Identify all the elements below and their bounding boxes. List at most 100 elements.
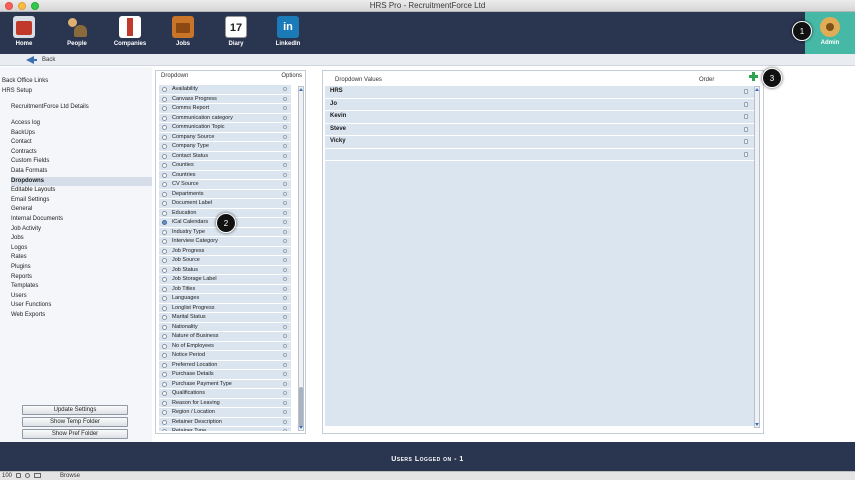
- sidebar-item-jobs[interactable]: Jobs: [11, 234, 152, 243]
- dropdown-item-purchase-details[interactable]: Purchase Details: [159, 370, 291, 380]
- dropdown-item-company-source[interactable]: Company Source: [159, 132, 291, 142]
- value-label[interactable]: Steve: [330, 124, 346, 135]
- toolbar-companies-button[interactable]: Companies: [107, 16, 153, 47]
- options-icon[interactable]: [283, 172, 287, 177]
- options-icon[interactable]: [283, 191, 287, 196]
- toggle-status-icon[interactable]: [34, 473, 41, 478]
- radio-button[interactable]: [162, 419, 167, 425]
- dropdown-item-canvass-progress[interactable]: Canvass Progress: [159, 94, 291, 104]
- maximize-window-button[interactable]: [31, 2, 39, 10]
- sidebar-item-custom-fields[interactable]: Custom Fields: [11, 157, 152, 166]
- sidebar-item-plugins[interactable]: Plugins: [11, 263, 152, 272]
- options-icon[interactable]: [283, 324, 287, 329]
- sidebar-item-user-functions[interactable]: User Functions: [11, 301, 152, 310]
- radio-button[interactable]: [162, 381, 167, 387]
- dropdown-item-preferred-location[interactable]: Preferred Location: [159, 360, 291, 370]
- options-icon[interactable]: [283, 125, 287, 129]
- options-icon[interactable]: [283, 153, 287, 158]
- dropdown-item-job-storage-label[interactable]: Job Storage Label: [159, 275, 291, 285]
- dropdown-item-interview-category[interactable]: Interview Category: [159, 237, 291, 247]
- radio-button[interactable]: [162, 362, 167, 368]
- options-icon[interactable]: [283, 400, 287, 405]
- sidebar-item-web-exports[interactable]: Web Exports: [11, 311, 152, 320]
- sidebar-item-contact[interactable]: Contact: [11, 138, 152, 147]
- update-settings-button[interactable]: Update Settings: [22, 405, 128, 415]
- dropdown-item-job-progress[interactable]: Job Progress: [159, 246, 291, 256]
- radio-button[interactable]: [162, 372, 167, 377]
- dropdown-item-nature-of-business[interactable]: Nature of Business: [159, 332, 291, 342]
- radio-button[interactable]: [162, 286, 167, 292]
- sidebar-item-data-formats[interactable]: Data Formats: [11, 167, 152, 176]
- dropdown-item-contact-status[interactable]: Contact Status: [159, 151, 291, 161]
- dropdown-item-no-of-employees[interactable]: No of Employees: [159, 341, 291, 351]
- options-icon[interactable]: [283, 163, 287, 167]
- dropdown-item-nationality[interactable]: Nationality: [159, 322, 291, 332]
- zoom-level[interactable]: 100: [2, 472, 12, 480]
- dropdown-list-scrollbar[interactable]: [298, 86, 304, 431]
- value-row-vicky[interactable]: Vicky: [325, 136, 754, 149]
- sidebar-item-email-settings[interactable]: Email Settings: [11, 196, 152, 205]
- dropdown-item-job-status[interactable]: Job Status: [159, 265, 291, 275]
- sidebar-item-backups[interactable]: BackUps: [11, 129, 152, 138]
- radio-button[interactable]: [162, 210, 167, 216]
- options-icon[interactable]: [283, 305, 287, 310]
- sidebar-item-users[interactable]: Users: [11, 292, 152, 301]
- hrs-setup-link[interactable]: HRS Setup: [2, 88, 32, 94]
- options-icon[interactable]: [283, 182, 287, 186]
- value-row-kevin[interactable]: Kevin: [325, 111, 754, 124]
- options-icon[interactable]: [283, 353, 287, 357]
- options-icon[interactable]: [283, 248, 287, 253]
- options-icon[interactable]: [283, 210, 287, 215]
- radio-button[interactable]: [162, 334, 167, 339]
- toolbar-jobs-button[interactable]: Jobs: [160, 16, 206, 47]
- minimize-window-button[interactable]: [18, 2, 26, 10]
- dropdown-item-languages[interactable]: Languages: [159, 294, 291, 304]
- dropdown-item-region-location[interactable]: Region / Location: [159, 408, 291, 418]
- radio-button[interactable]: [162, 324, 167, 330]
- radio-button[interactable]: [162, 353, 167, 358]
- value-row-jo[interactable]: Jo: [325, 99, 754, 111]
- scroll-up-icon[interactable]: [299, 88, 303, 91]
- radio-button[interactable]: [162, 239, 167, 244]
- show-pref-folder-button[interactable]: Show Pref Folder: [22, 429, 128, 439]
- sidebar-item-general[interactable]: General: [11, 205, 152, 214]
- dropdown-item-job-titles[interactable]: Job Titles: [159, 284, 291, 294]
- options-icon[interactable]: [283, 96, 287, 101]
- value-label[interactable]: Vicky: [330, 136, 346, 147]
- radio-button[interactable]: [162, 182, 167, 187]
- dropdown-item-communication-category[interactable]: Communication category: [159, 113, 291, 123]
- radio-button[interactable]: [162, 258, 167, 263]
- sidebar-item-dropdowns[interactable]: Dropdowns: [11, 176, 152, 186]
- dropdown-item-notice-period[interactable]: Notice Period: [159, 351, 291, 361]
- options-icon[interactable]: [283, 429, 287, 431]
- toolbar-people-button[interactable]: People: [54, 16, 100, 47]
- options-icon[interactable]: [283, 296, 287, 300]
- options-icon[interactable]: [283, 372, 287, 376]
- toolbar-diary-button[interactable]: 17 Diary: [213, 16, 259, 47]
- radio-button[interactable]: [162, 125, 167, 130]
- value-label[interactable]: HRS: [330, 86, 343, 97]
- radio-button[interactable]: [162, 201, 167, 206]
- value-row-steve[interactable]: Steve: [325, 124, 754, 136]
- radio-button[interactable]: [162, 144, 167, 149]
- values-scroll-down-icon[interactable]: [755, 423, 759, 426]
- sidebar-item-access-log[interactable]: Access log: [11, 119, 152, 128]
- back-office-links[interactable]: Back Office Links: [2, 78, 48, 84]
- options-icon[interactable]: [283, 267, 287, 272]
- sidebar-item-templates[interactable]: Templates: [11, 282, 152, 291]
- radio-button[interactable]: [162, 248, 167, 254]
- dropdown-item-qualifications[interactable]: Qualifications: [159, 389, 291, 399]
- radio-button[interactable]: [162, 410, 167, 415]
- delete-value-icon[interactable]: [744, 89, 748, 94]
- sidebar-item-contracts[interactable]: Contracts: [11, 148, 152, 157]
- dropdown-item-document-label[interactable]: Document Label: [159, 199, 291, 209]
- dropdown-item-company-type[interactable]: Company Type: [159, 142, 291, 152]
- zoom-out-icon[interactable]: [16, 473, 21, 478]
- dropdown-item-countries[interactable]: Countries: [159, 170, 291, 180]
- add-value-plus-icon[interactable]: [749, 72, 758, 81]
- delete-value-icon[interactable]: [744, 139, 748, 144]
- sidebar-item-internal-documents[interactable]: Internal Documents: [11, 215, 152, 224]
- options-icon[interactable]: [283, 115, 287, 120]
- scroll-thumb[interactable]: [299, 387, 303, 427]
- radio-button[interactable]: [162, 429, 167, 431]
